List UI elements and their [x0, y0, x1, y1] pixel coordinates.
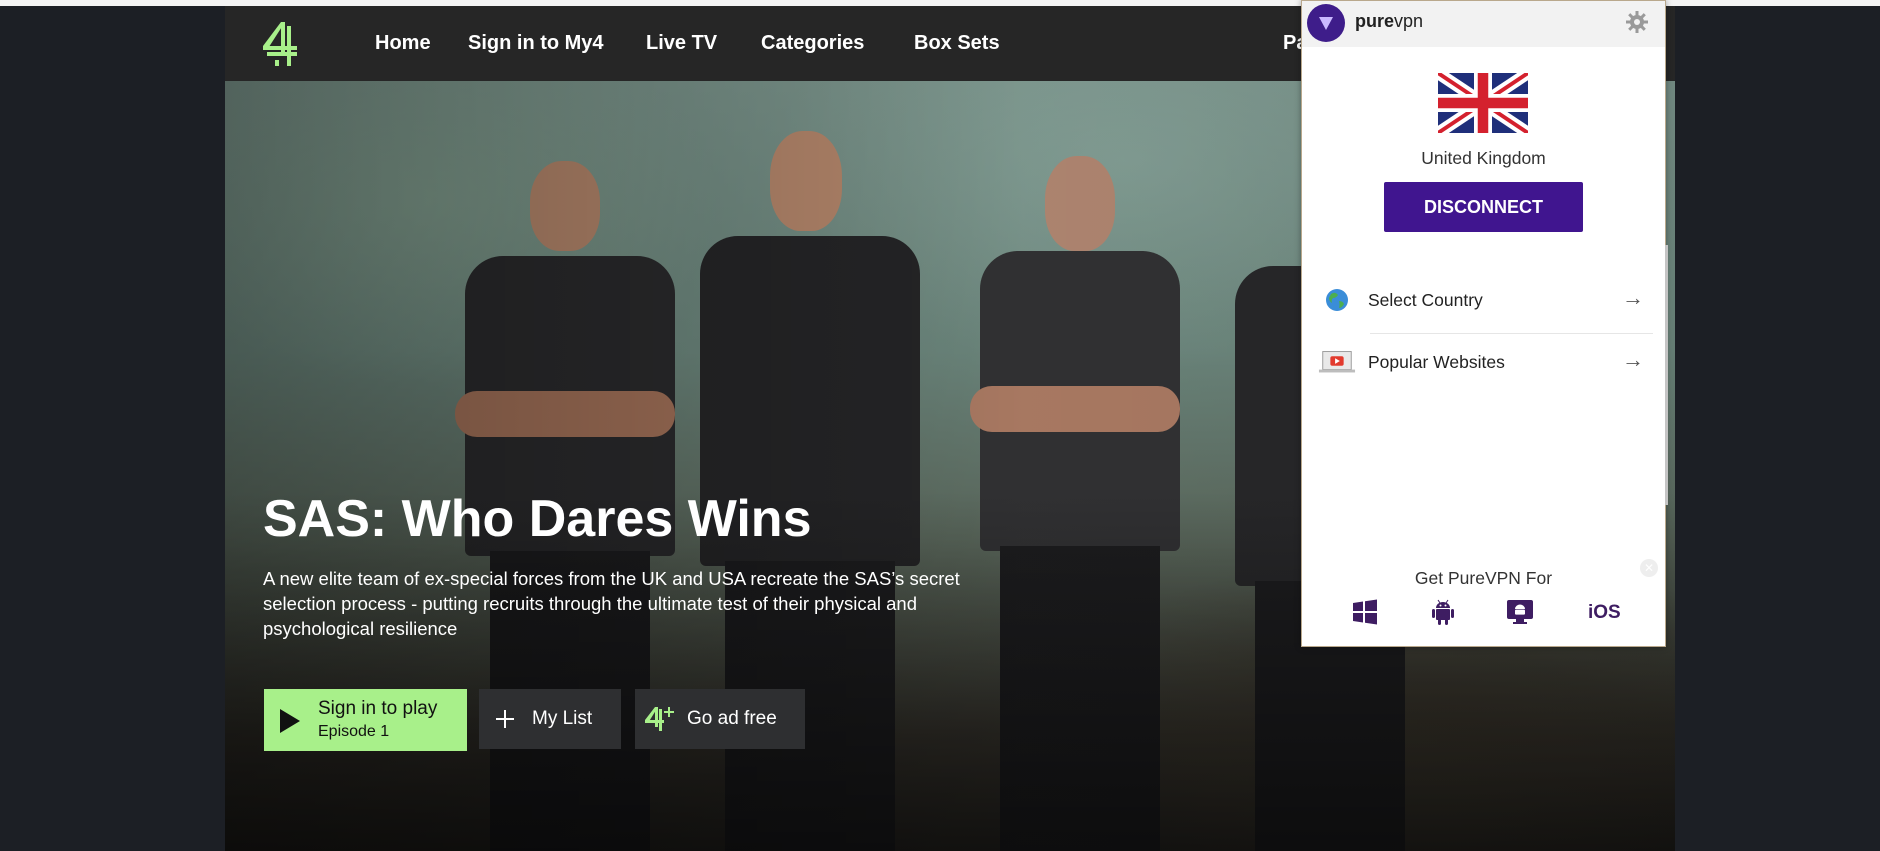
disconnect-button[interactable]: DISCONNECT: [1384, 182, 1583, 232]
close-icon[interactable]: ✕: [1640, 559, 1658, 577]
nav-sign-in-my4[interactable]: Sign in to My4: [468, 32, 604, 55]
play-button-episode: Episode 1: [318, 723, 390, 740]
windows-icon[interactable]: [1348, 597, 1382, 627]
go-ad-free-label: Go ad free: [687, 708, 777, 729]
android-icon[interactable]: [1426, 597, 1460, 627]
settings-gear-icon[interactable]: [1625, 10, 1649, 34]
arrow-right-icon: →: [1622, 285, 1644, 310]
row-divider: [1370, 333, 1653, 334]
connected-country: United Kingdom: [1421, 148, 1546, 168]
brand-bold: pure: [1355, 11, 1395, 31]
popular-websites-label: Popular Websites: [1368, 352, 1505, 372]
my-list-button[interactable]: My List: [479, 689, 621, 749]
my-list-label: My List: [532, 708, 593, 729]
android-tv-icon[interactable]: [1503, 597, 1537, 627]
laptop-youtube-icon: [1318, 351, 1356, 373]
select-country-row[interactable]: Select Country →: [1312, 273, 1652, 329]
select-country-label: Select Country: [1368, 290, 1483, 310]
uk-flag-icon: [1438, 73, 1528, 133]
purevpn-brand: purevpn: [1355, 11, 1423, 32]
purevpn-logo-icon: [1307, 4, 1345, 42]
popular-websites-row[interactable]: Popular Websites →: [1312, 335, 1652, 391]
hero-title: SAS: Who Dares Wins: [263, 490, 812, 548]
plus-icon: [496, 710, 514, 728]
nav-box-sets[interactable]: Box Sets: [914, 32, 1000, 55]
hero-description: A new elite team of ex-special forces fr…: [263, 568, 960, 639]
arrow-right-icon: →: [1622, 347, 1644, 372]
nav-home[interactable]: Home: [375, 32, 431, 55]
channel4-logo-icon[interactable]: [261, 20, 301, 68]
purevpn-header: purevpn: [1302, 1, 1665, 47]
sign-in-to-play-button[interactable]: Sign in to play Episode 1: [264, 689, 467, 751]
brand-light: vpn: [1394, 11, 1424, 31]
nav-categories[interactable]: Categories: [761, 32, 864, 55]
globe-icon: [1326, 289, 1348, 311]
play-icon: [280, 709, 300, 733]
purevpn-popup: purevpn United Kingdom DISCONNECT Select…: [1301, 0, 1666, 647]
nav-live-tv[interactable]: Live TV: [646, 32, 717, 55]
play-button-label: Sign in to play: [318, 698, 438, 719]
ios-link[interactable]: iOS: [1588, 602, 1621, 624]
go-ad-free-button[interactable]: Go ad free: [635, 689, 805, 749]
channel4-plus-icon: [645, 707, 674, 731]
popup-scrollbar[interactable]: [1665, 245, 1668, 505]
get-purevpn-for-label: Get PureVPN For: [1414, 568, 1553, 588]
